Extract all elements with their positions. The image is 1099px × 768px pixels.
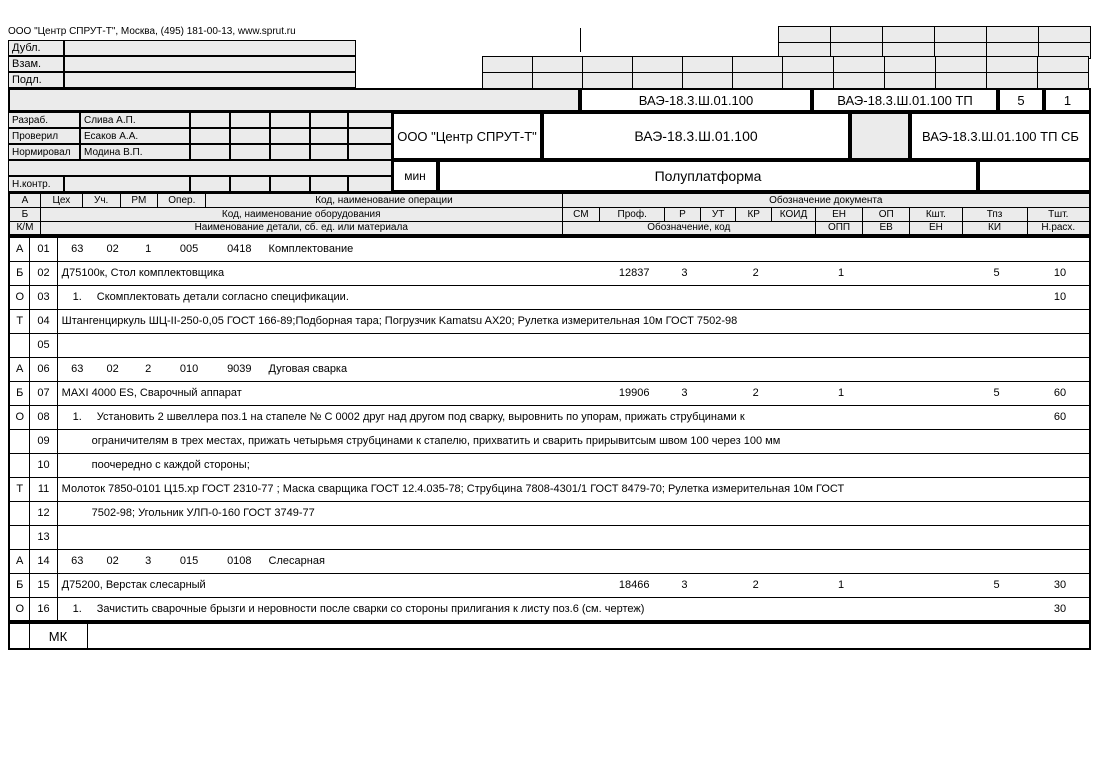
product-name: Полуплатформа bbox=[438, 160, 978, 192]
sig-c4 bbox=[310, 112, 348, 128]
data-rows: A01630210050418КомплектованиеБ02Д75100к,… bbox=[8, 236, 1091, 622]
hdr-op: ОП bbox=[863, 207, 910, 221]
nk-c1 bbox=[190, 176, 230, 192]
table-row: О081.Установить 2 швеллера поз.1 на стап… bbox=[9, 405, 1090, 429]
hdr-en2: ЕН bbox=[910, 221, 962, 235]
hdr-naimd: Наименование детали, сб. ед. или материа… bbox=[40, 221, 562, 235]
stamp-podl: Подл. bbox=[8, 72, 64, 88]
table-row: Т04Штангенциркуль ШЦ-II-250-0,05 ГОСТ 16… bbox=[9, 309, 1090, 333]
stamp-vzam-empty bbox=[64, 56, 356, 72]
stamp-dubl: Дубл. bbox=[8, 40, 64, 56]
hdr-obk: Обозначение, код bbox=[562, 221, 815, 235]
table-row: 127502-98; Угольник УЛП-0-160 ГОСТ 3749-… bbox=[9, 501, 1090, 525]
hdr-tsht: Тшт. bbox=[1027, 207, 1090, 221]
sig-c5 bbox=[348, 112, 392, 128]
header-block: Дубл. Взам. Подл. bbox=[8, 26, 1091, 146]
sig-d4 bbox=[310, 128, 348, 144]
table-row: 05 bbox=[9, 333, 1090, 357]
hdr-tpz: Тпз bbox=[962, 207, 1027, 221]
hdr-b: Б bbox=[9, 207, 40, 221]
grid-mid bbox=[482, 56, 783, 89]
stamp-podl-empty bbox=[64, 72, 356, 88]
sig-empty-row bbox=[8, 160, 392, 176]
hdr-nr: Н.расх. bbox=[1027, 221, 1090, 235]
sig-c3 bbox=[270, 112, 310, 128]
table-row: Т11Молоток 7850-0101 Ц15.хр ГОСТ 2310-77… bbox=[9, 477, 1090, 501]
table-row: A01630210050418Комплектование bbox=[9, 237, 1090, 261]
proveril-name: Есаков А.А. bbox=[80, 128, 190, 144]
hdr-km: К/М bbox=[9, 221, 40, 235]
lbl-nkontr: Н.контр. bbox=[8, 176, 64, 192]
sig-c2 bbox=[230, 112, 270, 128]
table-row: О161.Зачистить сварочные брызги и неровн… bbox=[9, 597, 1090, 621]
lbl-proveril: Проверил bbox=[8, 128, 80, 144]
sig-d3 bbox=[270, 128, 310, 144]
stamp-vzam: Взам. bbox=[8, 56, 64, 72]
hdr-oboz: Обозначение документа bbox=[562, 193, 1090, 207]
min-label: мин bbox=[392, 160, 438, 192]
hdr-ut: УТ bbox=[700, 207, 736, 221]
sig-d1 bbox=[190, 128, 230, 144]
table-row: Б15Д75200, Верстак слесарный18466321530 bbox=[9, 573, 1090, 597]
table-row: Б07MAXI 4000 ES, Сварочный аппарат199063… bbox=[9, 381, 1090, 405]
hdr-koid: КОИД bbox=[772, 207, 816, 221]
table-row: Б02Д75100к, Стол комплектовщика128373215… bbox=[9, 261, 1090, 285]
stamp-dubl-empty bbox=[64, 40, 356, 56]
footer-mk: МК bbox=[29, 623, 87, 649]
hdr-kodob: Код, наименование оборудования bbox=[40, 207, 562, 221]
nk-c2 bbox=[230, 176, 270, 192]
table-row: 10поочередно с каждой стороны; bbox=[9, 453, 1090, 477]
footer: МК bbox=[8, 622, 1091, 650]
hdr-opp: ОПП bbox=[815, 221, 862, 235]
sig-d5 bbox=[348, 128, 392, 144]
column-headers: А Цех Уч. РМ Опер. Код, наименование опе… bbox=[8, 192, 1091, 236]
codebar-left-empty bbox=[8, 88, 580, 112]
hdr-en: ЕН bbox=[815, 207, 862, 221]
nkontr-name bbox=[64, 176, 190, 192]
code-n1: 5 bbox=[998, 88, 1044, 112]
table-row: А14630230150108Слесарная bbox=[9, 549, 1090, 573]
hdr-sm: СМ bbox=[562, 207, 600, 221]
code-n2: 1 bbox=[1044, 88, 1091, 112]
sig-d2 bbox=[230, 128, 270, 144]
razrab-name: Слива А.П. bbox=[80, 112, 190, 128]
grid-top-right bbox=[778, 26, 1091, 59]
hdr-rm: РМ bbox=[120, 193, 158, 207]
hdr-kr: КР bbox=[736, 207, 772, 221]
table-row: О031.Скомплектовать детали согласно спец… bbox=[9, 285, 1090, 309]
hdr-oper: Опер. bbox=[158, 193, 206, 207]
table-row: А06630220109039Дуговая сварка bbox=[9, 357, 1090, 381]
hdr-prof: Проф. bbox=[600, 207, 665, 221]
nk-c5 bbox=[348, 176, 392, 192]
hdr-ev: ЕВ bbox=[863, 221, 910, 235]
table-row: 13 bbox=[9, 525, 1090, 549]
hdr-tseh: Цех bbox=[40, 193, 82, 207]
nk-c3 bbox=[270, 176, 310, 192]
product-empty bbox=[978, 160, 1091, 192]
code1: ВАЭ-18.3.Ш.01.100 bbox=[580, 88, 812, 112]
hdr-ksht: Кшт. bbox=[910, 207, 962, 221]
code1-tp: ВАЭ-18.3.Ш.01.100 ТП bbox=[812, 88, 998, 112]
table-row: 09ограничителям в трех местах, прижать ч… bbox=[9, 429, 1090, 453]
grid-mid-right bbox=[782, 56, 1089, 89]
hdr-uch: Уч. bbox=[82, 193, 120, 207]
nk-c4 bbox=[310, 176, 348, 192]
sig-c1 bbox=[190, 112, 230, 128]
hdr-a: А bbox=[9, 193, 40, 207]
hdr-r: Р bbox=[665, 207, 701, 221]
hdr-kodop: Код, наименование операции bbox=[206, 193, 562, 207]
hdr-ki: КИ bbox=[962, 221, 1027, 235]
lbl-razrab: Разраб. bbox=[8, 112, 80, 128]
